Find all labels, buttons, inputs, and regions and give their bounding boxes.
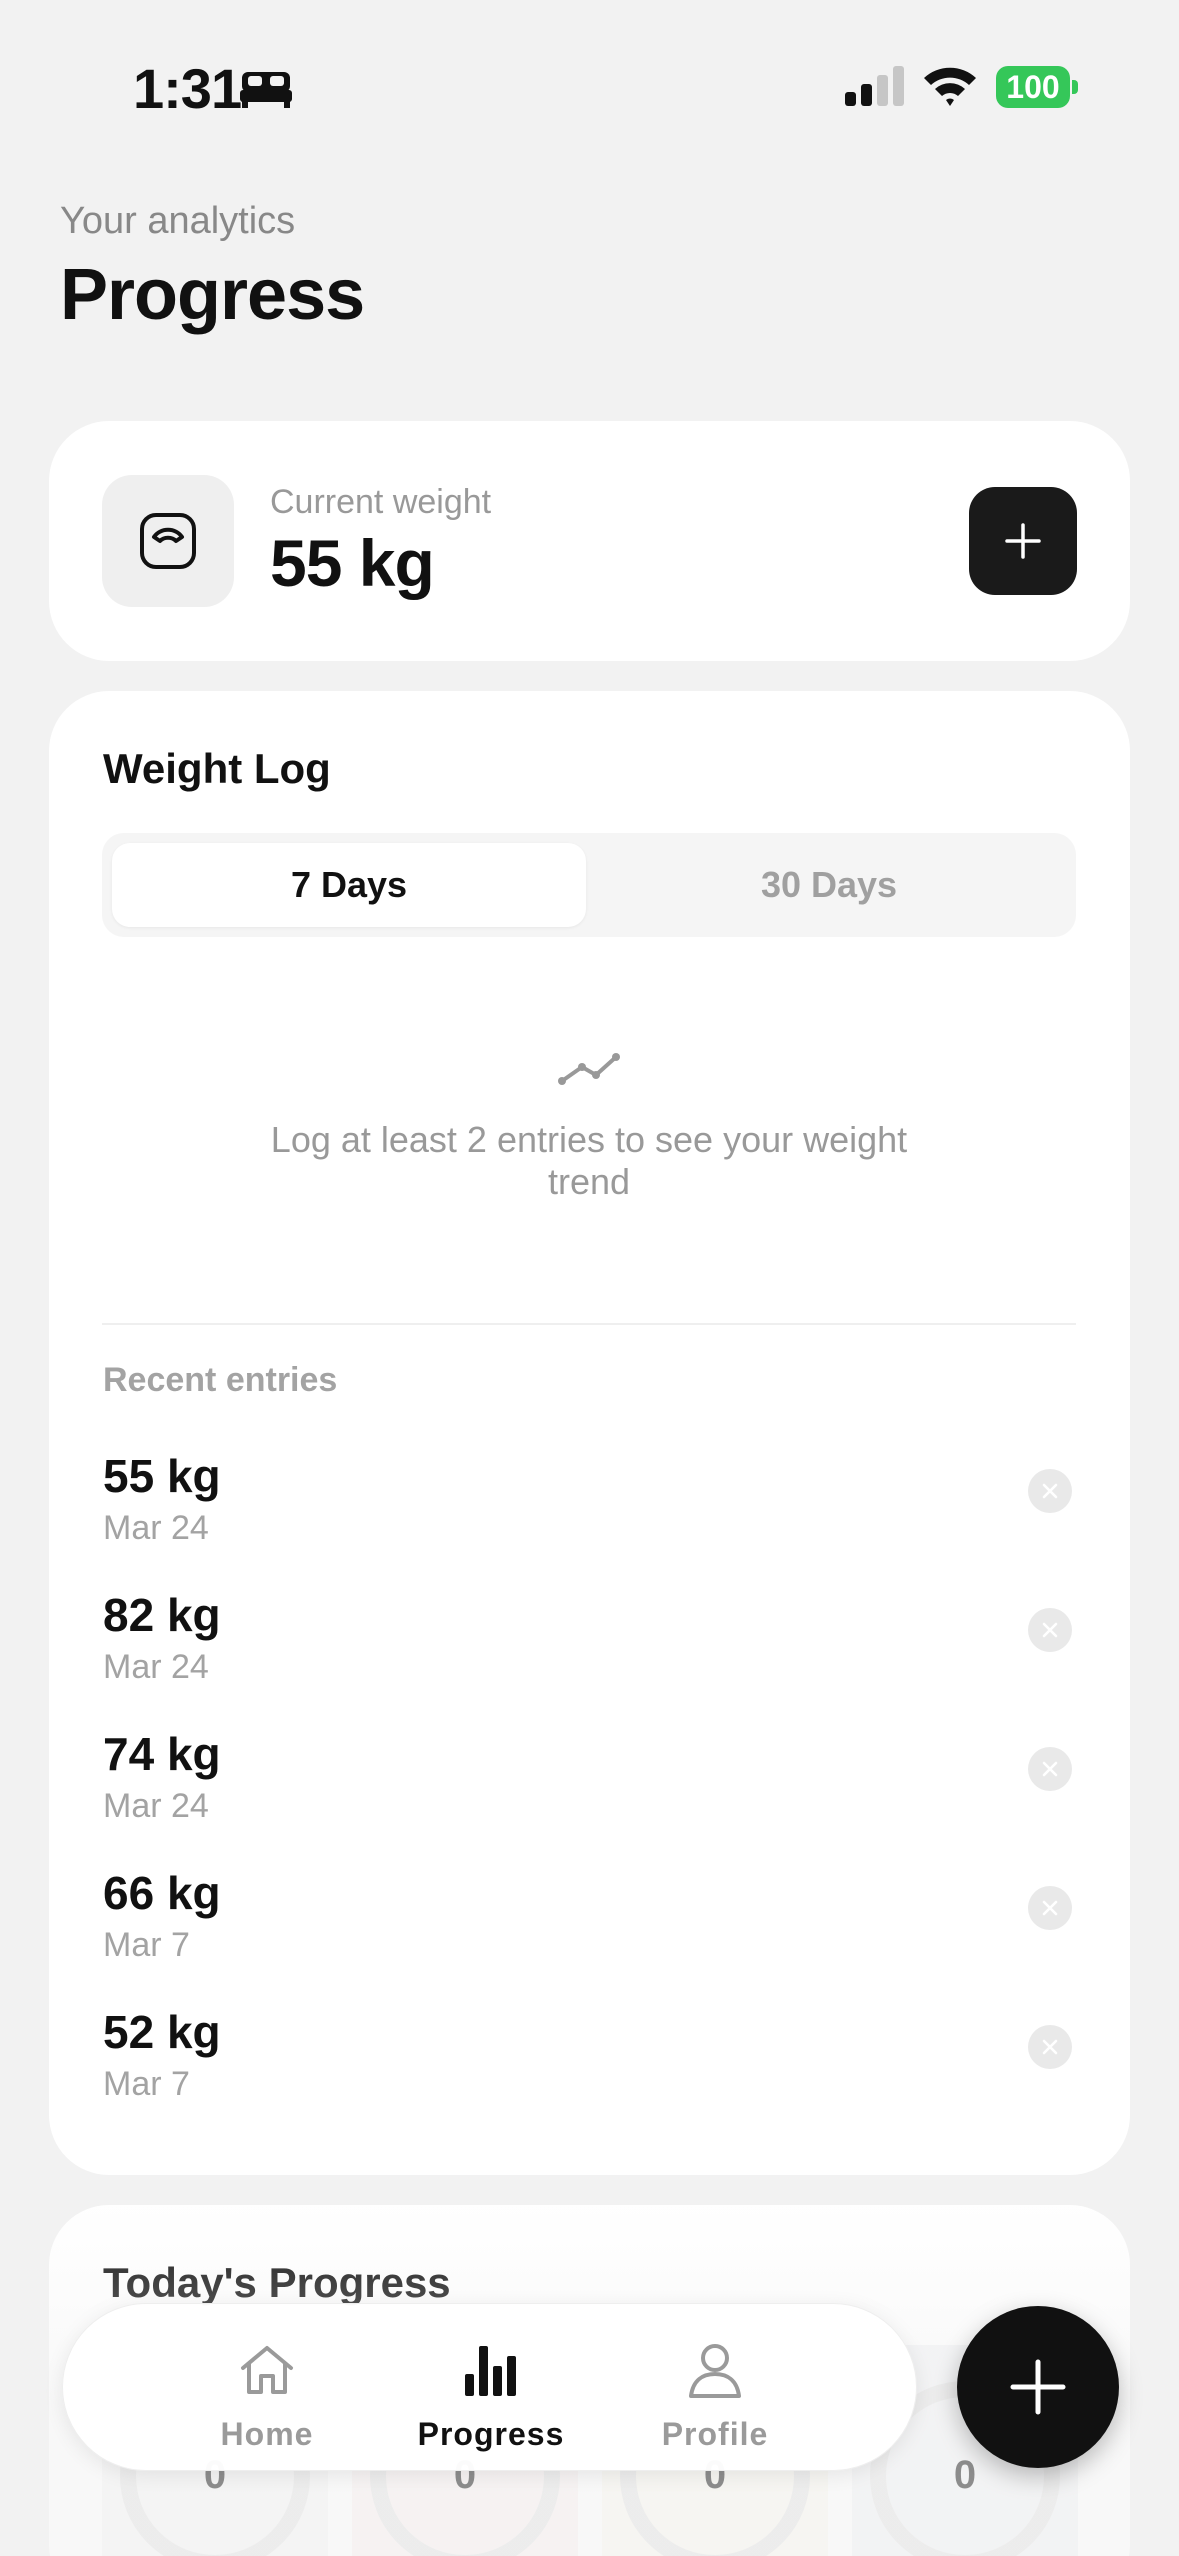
entry-date: Mar 7: [103, 1926, 190, 1964]
entry-weight: 82 kg: [103, 1589, 221, 1641]
entry-date: Mar 24: [103, 1787, 209, 1825]
entry-weight: 52 kg: [103, 2006, 221, 2058]
nav-item-home[interactable]: Home: [137, 2304, 397, 2472]
nav-item-profile[interactable]: Profile: [585, 2304, 845, 2472]
list-item: 55 kg Mar 24: [103, 1449, 1077, 1559]
list-item: 52 kg Mar 7: [103, 2005, 1077, 2115]
add-weight-button[interactable]: [969, 487, 1077, 595]
weight-log-title: Weight Log: [103, 745, 331, 792]
battery-indicator: 100: [996, 66, 1078, 108]
page-title: Progress: [60, 255, 365, 335]
status-bar: 1:31 100: [0, 0, 1179, 170]
divider: [102, 1323, 1076, 1325]
close-icon: [1042, 1622, 1058, 1638]
nav-label: Progress: [417, 2416, 565, 2452]
range-segmented-control: 7 Days 30 Days: [102, 833, 1076, 937]
recent-entries-label: Recent entries: [103, 1361, 338, 1399]
plus-icon: [1010, 2359, 1066, 2415]
nav-label: Home: [220, 2416, 314, 2452]
close-icon: [1042, 2039, 1058, 2055]
close-icon: [1042, 1483, 1058, 1499]
weight-log-card: Weight Log 7 Days 30 Days Log at least 2…: [49, 691, 1130, 2175]
list-item: 66 kg Mar 7: [103, 1866, 1077, 1976]
nav-item-progress[interactable]: Progress: [361, 2304, 621, 2472]
list-item: 74 kg Mar 24: [103, 1727, 1077, 1837]
page-subtitle: Your analytics: [60, 200, 296, 242]
tab-30-days[interactable]: 30 Days: [592, 843, 1066, 927]
bar-chart-icon: [465, 2346, 516, 2396]
wifi-icon: [924, 67, 976, 106]
status-time: 1:31: [133, 57, 242, 120]
empty-trend-message: Log at least 2 entries to see your weigh…: [270, 1119, 908, 1202]
delete-entry-button[interactable]: [1028, 1469, 1072, 1513]
trend-line-icon: [558, 1053, 620, 1085]
entry-weight: 66 kg: [103, 1867, 221, 1919]
battery-tip: [1072, 80, 1078, 94]
close-icon: [1042, 1900, 1058, 1916]
delete-entry-button[interactable]: [1028, 2025, 1072, 2069]
battery-level: 100: [996, 66, 1070, 108]
entry-weight: 55 kg: [103, 1450, 221, 1502]
current-weight-value: 55 kg: [270, 526, 435, 600]
scale-icon: [140, 513, 196, 569]
current-weight-label: Current weight: [270, 483, 492, 521]
todays-progress-title: Today's Progress: [103, 2259, 451, 2306]
current-weight-card: Current weight 55 kg: [49, 421, 1130, 661]
tab-7-days[interactable]: 7 Days: [112, 843, 586, 927]
bottom-nav: Home Progress Profile: [62, 2303, 917, 2471]
close-icon: [1042, 1761, 1058, 1777]
nav-label: Profile: [661, 2416, 769, 2452]
entry-date: Mar 24: [103, 1509, 209, 1547]
plus-icon: [1005, 523, 1041, 559]
entry-date: Mar 7: [103, 2065, 190, 2103]
delete-entry-button[interactable]: [1028, 1608, 1072, 1652]
home-icon: [241, 2346, 293, 2394]
bed-icon: [240, 72, 292, 108]
delete-entry-button[interactable]: [1028, 1747, 1072, 1791]
delete-entry-button[interactable]: [1028, 1886, 1072, 1930]
entry-weight: 74 kg: [103, 1728, 221, 1780]
list-item: 82 kg Mar 24: [103, 1588, 1077, 1698]
scale-tile: [102, 475, 234, 607]
entry-date: Mar 24: [103, 1648, 209, 1686]
cellular-signal-icon: [845, 66, 904, 106]
add-entry-fab[interactable]: [957, 2306, 1119, 2468]
person-icon: [689, 2344, 741, 2398]
